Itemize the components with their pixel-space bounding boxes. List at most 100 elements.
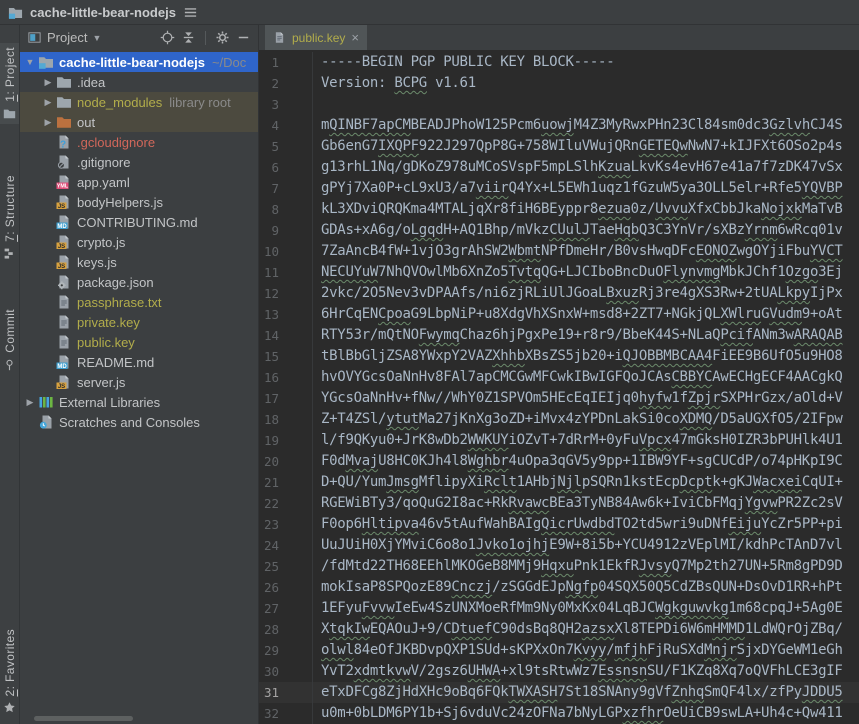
stripe-button-project[interactable]: 1: Project <box>0 43 19 124</box>
code-line-14[interactable]: 14RTY53r/mQtNOFwymqChaz6hjPgxPe19+r8r9/B… <box>259 325 859 346</box>
code-text: Z+T4ZSl/ytutMa27jKnXg3oZD+iMvx4zYPDnLakS… <box>313 409 843 430</box>
gear-icon[interactable] <box>214 29 231 46</box>
tree-item-scratches-and-consoles[interactable]: Scratches and Consoles <box>20 412 258 432</box>
locate-file-icon[interactable] <box>159 29 176 46</box>
chevron-right-icon[interactable]: ▶ <box>40 97 56 108</box>
code-text: 2vkc/2O5Nev3vDPAAfs/ni6zjRLiUlJGoaLBxuzR… <box>313 283 843 304</box>
code-line-12[interactable]: 122vkc/2O5Nev3vDPAAfs/ni6zjRLiUlJGoaLBxu… <box>259 283 859 304</box>
chevron-down-icon[interactable]: ▼ <box>22 57 38 67</box>
file-text-icon <box>56 314 72 330</box>
code-line-28[interactable]: 28XtqkIwEQAOuJ+9/CDtuefC90dsBq8QH2azsxXl… <box>259 619 859 640</box>
line-number: 27 <box>259 598 313 619</box>
editor-tab-public-key[interactable]: public.key × <box>265 25 367 50</box>
tree-item-keys-js[interactable]: JSkeys.js <box>20 252 258 272</box>
stripe-label-commit: Commit <box>3 309 17 353</box>
line-number: 30 <box>259 661 313 682</box>
tree-item-crypto-js[interactable]: JScrypto.js <box>20 232 258 252</box>
tree-item-label: crypto.js <box>77 235 125 250</box>
tree-item-idea[interactable]: ▶.idea <box>20 72 258 92</box>
main-area: 1: Project 7: Structure Commit 2: Favorites… <box>0 25 859 724</box>
tree-item-out[interactable]: ▶out <box>20 112 258 132</box>
tree-item-package-json[interactable]: package.json <box>20 272 258 292</box>
code-line-1[interactable]: 1-----BEGIN PGP PUBLIC KEY BLOCK----- <box>259 52 859 73</box>
stripe-button-commit[interactable]: Commit <box>0 305 19 375</box>
project-panel: Project ▼ ▼cache-little-bear-nodejs~/Doc… <box>20 25 258 724</box>
svg-text:YML: YML <box>57 184 69 190</box>
svg-text:MD: MD <box>57 224 67 230</box>
code-line-20[interactable]: 20F0dMvajU8HC0KJh4l8Wghbr4uOpa3qGV5y9pp+… <box>259 451 859 472</box>
tree-item-gitignore[interactable]: .gitignore <box>20 152 258 172</box>
line-number: 17 <box>259 388 313 409</box>
code-line-18[interactable]: 18Z+T4ZSl/ytutMa27jKnXg3oZD+iMvx4zYPDnLa… <box>259 409 859 430</box>
code-line-26[interactable]: 26mokIsaP8SPQozE89Cnczj/zSGGdEJpNgfp04SQ… <box>259 577 859 598</box>
chevron-right-icon[interactable]: ▶ <box>40 117 56 128</box>
code-line-23[interactable]: 23F0op6Hltipva46v5tAufWahBAIgQicrUwdbdTO… <box>259 514 859 535</box>
line-number: 20 <box>259 451 313 472</box>
stripe-button-structure[interactable]: 7: Structure <box>0 171 19 264</box>
file-json-icon <box>56 274 72 290</box>
tree-item-cache-little-bear-nodejs[interactable]: ▼cache-little-bear-nodejs~/Doc <box>20 52 258 72</box>
code-line-4[interactable]: 4mQINBF7apCMBEADJPhoW125Pcm6uowjM4Z3MyRw… <box>259 115 859 136</box>
code-line-17[interactable]: 17YGcsOaNnHv+fNw//WhY0Z1SPVOm5HEcEqIEIjq… <box>259 388 859 409</box>
tree-item-readme-md[interactable]: MDREADME.md <box>20 352 258 372</box>
code-line-19[interactable]: 19l/f9QKyu0+JrK8wDb2WWKUYiOZvT+7dRrM+0yF… <box>259 430 859 451</box>
stripe-button-favorites[interactable]: 2: Favorites <box>0 625 19 719</box>
chevron-down-icon[interactable]: ▼ <box>92 33 101 43</box>
tree-item-external-libraries[interactable]: ▶External Libraries <box>20 392 258 412</box>
code-line-2[interactable]: 2Version: BCPG v1.61 <box>259 73 859 94</box>
main-menu-icon[interactable] <box>183 5 198 20</box>
chevron-right-icon[interactable]: ▶ <box>40 77 56 88</box>
file-yaml-icon: YML <box>56 174 72 190</box>
file-text-icon <box>56 334 72 350</box>
project-panel-title[interactable]: Project <box>47 30 87 45</box>
tree-item-public-key[interactable]: public.key <box>20 332 258 352</box>
code-line-13[interactable]: 136HrCqENCpoaG9LbpNiP+u8XdgVhXSnxW+msd8+… <box>259 304 859 325</box>
tree-item-node-modules[interactable]: ▶node_moduleslibrary root <box>20 92 258 112</box>
code-line-30[interactable]: 30YvT2xdmtkvwV/2gsz6UHWA+xl9tsRtwWz7Essn… <box>259 661 859 682</box>
tree-item-app-yaml[interactable]: YMLapp.yaml <box>20 172 258 192</box>
chevron-right-icon[interactable]: ▶ <box>22 397 38 408</box>
line-number: 5 <box>259 136 313 157</box>
code-text: eTxDFCg8ZjHdXHc9oBq6FQkTWXASH7St18SNAny9… <box>313 682 843 703</box>
editor-body[interactable]: 1-----BEGIN PGP PUBLIC KEY BLOCK-----2Ve… <box>259 50 859 724</box>
svg-text:JS: JS <box>58 384 65 390</box>
code-line-22[interactable]: 22RGEWiBTy3/qoQuG2I8ac+RkRvawcBEa3TyNB84… <box>259 493 859 514</box>
code-line-27[interactable]: 271EFyuFvvwIeEw4SzUNXMoeRfMm9Ny0MxKx04Lq… <box>259 598 859 619</box>
code-text: g13rhL1Nq/gDKoZ978uMCoSVspF5mpLSlhKzuaLk… <box>313 157 843 178</box>
folder-excluded-icon <box>56 114 72 130</box>
line-number: 16 <box>259 367 313 388</box>
tree-item-contributing-md[interactable]: MDCONTRIBUTING.md <box>20 212 258 232</box>
code-line-32[interactable]: 32u0m+0bLDM6PY1b+Sj6vduVc24zOFNa7bNyLGPx… <box>259 703 859 724</box>
line-number: 29 <box>259 640 313 661</box>
tree-item-label: Scratches and Consoles <box>59 415 200 430</box>
code-text: tBlBbGljZSA8YWxpY2VAZXhhbXBsZS5jb20+iQJO… <box>313 346 843 367</box>
horizontal-scrollbar[interactable] <box>34 716 133 721</box>
tree-item-private-key[interactable]: private.key <box>20 312 258 332</box>
code-line-24[interactable]: 24UuJUiH0XjYMviC6o8o1Jvko1ojhjE9W+8i5b+Y… <box>259 535 859 556</box>
hide-panel-icon[interactable] <box>235 29 252 46</box>
code-line-5[interactable]: 5Gb6enG7IXQPF922J297QpP8G+758WIluVWujQRn… <box>259 136 859 157</box>
code-line-3[interactable]: 3 <box>259 94 859 115</box>
code-line-8[interactable]: 8kL3XDviQRQKma4MTALjqXr8fiH6BEyppr8ezua0… <box>259 199 859 220</box>
code-line-11[interactable]: 11NECUYuW7NhQVOwlMb6XnZo5TvtqQG+LJCIboBn… <box>259 262 859 283</box>
close-tab-icon[interactable]: × <box>351 31 359 44</box>
code-line-16[interactable]: 16hvOVYGcsOaNnHv8FAl7apCMCGwMFCwkIBwIGFQ… <box>259 367 859 388</box>
folder-icon <box>3 107 16 120</box>
code-line-29[interactable]: 29olwl84eOfJKBDvpQXP1SUd+sKPXxOn7Kvyy/mf… <box>259 640 859 661</box>
libraries-icon <box>38 394 54 410</box>
code-line-9[interactable]: 9GDAs+xA6g/oLgqdH+AQ1Bhp/mVkzCUulJTaeHqb… <box>259 220 859 241</box>
code-line-15[interactable]: 15tBlBbGljZSA8YWxpY2VAZXhhbXBsZS5jb20+iQ… <box>259 346 859 367</box>
code-line-7[interactable]: 7gPYj7Xa0P+cL9xU3/a7viirQ4Yx+L5EWh1uqz1f… <box>259 178 859 199</box>
code-line-10[interactable]: 107ZaAncB4fW+1vjO3grAhSW2WbmtNPfDmeHr/B0… <box>259 241 859 262</box>
code-line-6[interactable]: 6g13rhL1Nq/gDKoZ978uMCoSVspF5mpLSlhKzuaL… <box>259 157 859 178</box>
tree-item-server-js[interactable]: JSserver.js <box>20 372 258 392</box>
tree-item-passphrase-txt[interactable]: passphrase.txt <box>20 292 258 312</box>
tree-item-bodyhelpers-js[interactable]: JSbodyHelpers.js <box>20 192 258 212</box>
code-line-21[interactable]: 21D+QU/YumJmsgMflipyXiRclt1AHbjNjlpSQRn1… <box>259 472 859 493</box>
code-line-31[interactable]: 31eTxDFCg8ZjHdXHc9oBq6FQkTWXASH7St18SNAn… <box>259 682 859 703</box>
commit-icon <box>3 358 16 371</box>
tree-item-gcloudignore[interactable]: ?.gcloudignore <box>20 132 258 152</box>
code-line-25[interactable]: 25/fdMtd22TH68EEhlMKOGeB8MMj9HqxuPnk1Ekf… <box>259 556 859 577</box>
editor-tab-label: public.key <box>292 31 345 45</box>
collapse-all-icon[interactable] <box>180 29 197 46</box>
